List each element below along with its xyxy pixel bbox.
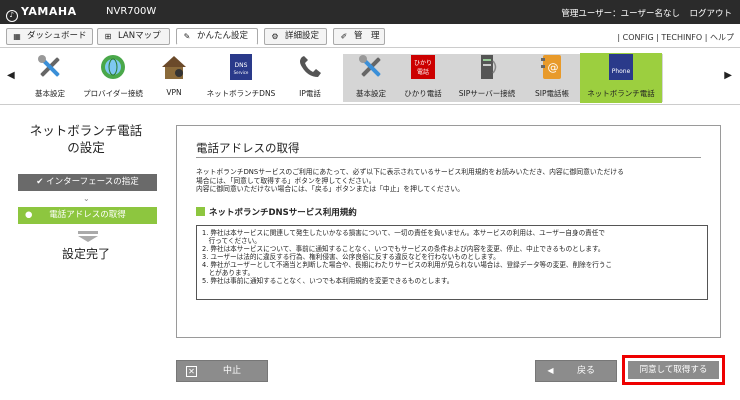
back-arrow-icon: ◀ [547,366,554,375]
model-name: NVR700W [106,6,157,17]
icon-hikari-denwa[interactable]: ひかり 電話 ひかり電話 [400,53,446,103]
icon-vpn[interactable]: VPN [157,53,191,103]
phonebook-icon: @ [541,55,561,79]
wizard-steps: ネットボランチ電話 の設定 ✔ インターフェースの指定 ⌄ ● 電話アドレスの取得… [0,106,172,400]
icon-label: 基本設定 [356,89,386,98]
icon-sip-server-connection[interactable]: SIPサーバー接続 [454,53,520,103]
dashboard-icon: ▦ [13,32,21,41]
chevron-down-icon: ⌄ [83,194,90,203]
icon-label: SIPサーバー接続 [458,89,516,98]
icon-label: プロバイダー接続 [83,89,143,98]
svg-text:DNS: DNS [235,62,248,69]
server-icon [481,55,497,79]
svg-text:@: @ [548,61,559,74]
terms-line: 2. 弊社は本サービスについて、事前に通知することなく、いつでもサービスの条件お… [202,245,605,253]
svg-text:Phone: Phone [612,68,631,75]
user-info: 管理ユーザー：ユーザー名なし [561,9,680,19]
current-step-dot-icon: ● [25,210,33,220]
tab-label: ダッシュボード [27,31,87,41]
netvolante-phone-icon: Phone [609,54,633,80]
terms-line: 1. 弊社は本サービスに関連して発生したいかなる損害について、一切の責任を負いま… [202,229,605,237]
tools-icon [38,55,60,77]
back-button[interactable]: ◀ 戻る [535,360,617,382]
icon-label: IP電話 [299,89,321,98]
agree-and-acquire-button[interactable]: 同意して取得する [628,361,719,379]
tab-label: かんたん設定 [197,31,249,41]
icon-label: ネットボランチDNS [206,89,276,98]
check-icon: ✔ [36,177,47,187]
terms-heading: ネットボランチDNSサービス利用規約 [196,206,357,218]
main-tab-bar: ▦ ダッシュボード ⊞ LANマップ ✎ かんたん設定 ⚙ 詳細設定 ✐ 管 理 | CO… [0,24,740,48]
tab-management[interactable]: ✐ 管 理 [333,28,385,45]
yamaha-logo: ♪ YAMAHA [6,5,77,22]
hikari-denwa-icon: ひかり 電話 [411,55,435,79]
tab-easy-setup[interactable]: ✎ かんたん設定 [176,28,258,45]
tab-label: 管 理 [354,31,380,41]
terms-line: とがあります。 [202,269,255,277]
close-icon: ✕ [186,366,197,377]
step-interface: ✔ インターフェースの指定 [18,174,157,191]
logout-link[interactable]: ログアウト [689,7,732,19]
techinfo-link[interactable]: TECHINFO [661,33,702,42]
tools-icon [359,55,381,77]
icon-provider-connection[interactable]: プロバイダー接続 [78,53,148,103]
help-link[interactable]: ヘルプ [710,33,734,42]
scroll-right-arrow-icon[interactable]: ▶ [724,70,732,81]
dns-book-icon: DNS Service [230,54,252,80]
step-complete: 設定完了 [61,247,110,261]
icon-sip-phonebook[interactable]: @ SIP電話帳 [528,53,576,103]
wrench-icon: ✐ [340,32,348,41]
phone-icon [300,56,321,77]
easy-setup-icon-bar: ◀ ▶ 基本設定 プロバイダー接続 VPN DNS Service ネットボラン… [0,49,740,105]
step-phone-address: ● 電話アドレスの取得 [18,207,157,224]
yamaha-mark-icon: ♪ [6,10,18,22]
icon-phone-basic-settings[interactable]: 基本設定 [350,53,392,103]
svg-text:電話: 電話 [417,68,429,76]
terms-line: 行ってください。 [202,237,261,245]
lan-map-icon: ⊞ [104,32,112,41]
green-square-icon [196,207,205,216]
icon-netvolante-phone[interactable]: Phone ネットボランチ電話 [580,53,662,103]
config-link[interactable]: CONFIG [623,33,654,42]
icon-label: ネットボランチ電話 [587,89,655,98]
icon-label: VPN [166,88,182,97]
tab-lan-map[interactable]: ⊞ LANマップ [97,28,170,45]
agree-button-highlight: 同意して取得する [622,355,725,385]
tab-advanced-settings[interactable]: ⚙ 詳細設定 [264,28,327,45]
wizard-title: ネットボランチ電話 の設定 [29,123,143,155]
icon-label: ひかり電話 [404,89,442,98]
icon-basic-settings[interactable]: 基本設定 [29,53,71,103]
terms-line: 5. 弊社は事前に通知することなく、いつでも本利用規約を変更できるものとします。 [202,277,454,285]
panel-title: 電話アドレスの取得 [196,141,300,155]
svg-text:ひかり: ひかり [414,60,432,67]
vpn-house-icon [162,56,186,79]
down-arrow-icon [78,231,98,242]
icon-label: SIP電話帳 [535,89,569,98]
intro-text: ネットボランチDNSサービスのご利用にあたって、必ず以下に表示されているサービス… [196,168,624,193]
top-links: | CONFIG | TECHINFO | ヘルプ [617,33,734,42]
icon-netvolante-dns[interactable]: DNS Service ネットボランチDNS [204,53,278,103]
icon-label: 基本設定 [35,89,65,98]
terms-line: 4. 弊社がユーザーとして不適当と判断した場合や、長期にわたりサービスの利用が見… [202,261,613,269]
title-divider [196,157,701,158]
tab-label: LANマップ [118,31,161,41]
terms-box[interactable]: 1. 弊社は本サービスに関連して発生したいかなる損害について、一切の責任を負いま… [196,225,708,300]
cancel-button[interactable]: ✕ 中止 [176,360,268,382]
wand-icon: ✎ [183,32,191,41]
main-panel: 電話アドレスの取得 ネットボランチDNSサービスのご利用にあたって、必ず以下に表… [176,125,721,338]
tab-dashboard[interactable]: ▦ ダッシュボード [6,28,93,45]
gear-icon: ⚙ [271,32,279,41]
terms-line: 3. ユーザーは法的に違反する行為、権利侵害、公序良俗に反する違反などを行わない… [202,253,500,261]
svg-text:Service: Service [234,70,249,75]
brand-name: YAMAHA [21,5,77,18]
icon-ip-phone[interactable]: IP電話 [288,53,332,103]
top-bar: ♪ YAMAHA NVR700W 管理ユーザー：ユーザー名なし ログアウト [0,0,740,24]
scroll-left-arrow-icon[interactable]: ◀ [7,70,15,81]
globe-icon [101,55,125,79]
tab-label: 詳細設定 [285,31,320,41]
